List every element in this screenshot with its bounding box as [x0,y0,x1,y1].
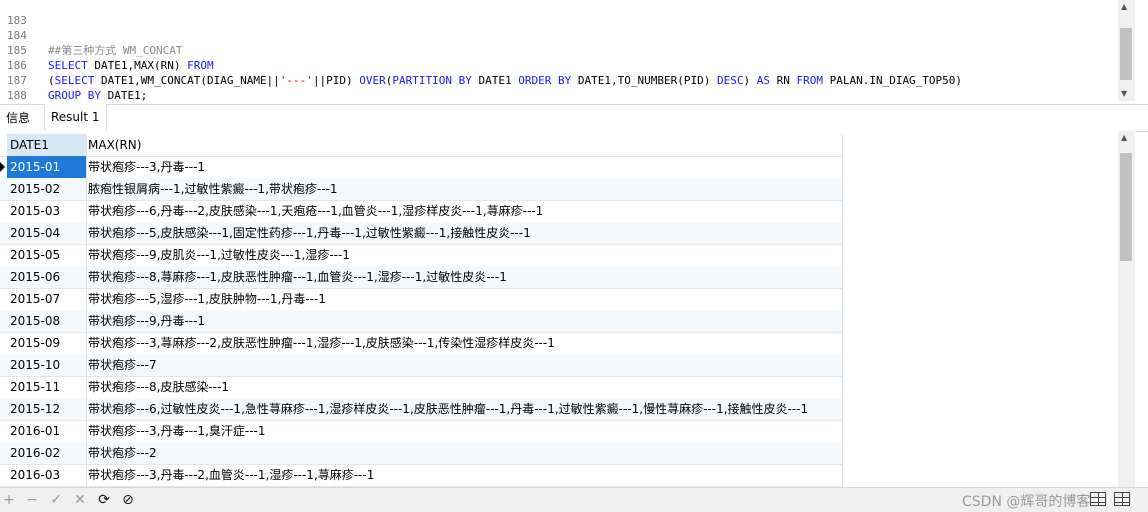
add-row-icon[interactable]: + [0,491,18,509]
grid-header-row: DATE1 MAX(RN) [0,134,843,157]
column-header-max-rn[interactable]: MAX(RN) [87,134,843,156]
cell-max-rn[interactable]: 带状疱疹---6,过敏性皮炎---1,急性荨麻疹---1,湿疹样皮炎---1,皮… [87,398,843,420]
cell-max-rn[interactable]: 带状疱疹---8,皮肤感染---1 [87,376,843,398]
cell-max-rn[interactable]: 带状疱疹---6,丹毒---2,皮肤感染---1,天疱疮---1,血管炎---1… [87,200,843,222]
cell-max-rn[interactable]: 带状疱疹---3,丹毒---1,臭汗症---1 [87,420,843,442]
table-row[interactable]: 2016-01 带状疱疹---3,丹毒---1,臭汗症---1 [0,420,843,443]
grid-scrollbar[interactable]: ▲ [1118,131,1135,487]
grid-scroll-thumb[interactable] [1120,153,1132,261]
table-row[interactable]: 2016-03 带状疱疹---3,丹毒---2,血管炎---1,湿疹---1,荨麻… [0,464,843,487]
tab-info[interactable]: 信息 [0,105,36,131]
cell-date1[interactable]: 2015-09 [7,332,87,354]
table-row[interactable]: 2015-12 带状疱疹---6,过敏性皮炎---1,急性荨麻疹---1,湿疹样皮… [0,398,843,421]
current-row-marker-icon [0,162,5,172]
form-view-icon[interactable] [1114,492,1130,506]
cell-max-rn[interactable]: 带状疱疹---3,荨麻疹---2,皮肤恶性肿瘤---1,湿疹---1,皮肤感染-… [87,332,843,354]
cell-max-rn[interactable]: 带状疱疹---5,湿疹---1,皮肤肿物---1,丹毒---1 [87,288,843,310]
cell-date1[interactable]: 2015-03 [7,200,87,222]
table-row[interactable]: 2015-04 带状疱疹---5,皮肤感染---1,固定性药疹---1,丹毒---… [0,222,843,245]
cell-date1[interactable]: 2015-12 [7,398,87,420]
table-row[interactable]: 2015-02 脓疱性银屑病---1,过敏性紫癜---1,带状疱疹---1 [0,178,843,201]
table-row[interactable]: 2015-11 带状疱疹---8,皮肤感染---1 [0,376,843,399]
grid-toolbar: + − ✓ ✕ ⟳ ⊘ CSDN @辉哥的博客 [0,487,1148,512]
code-line-185[interactable]: 185 SELECT DATE1,MAX(RN) FROM [0,28,1118,72]
table-row[interactable]: 2016-02 带状疱疹---2 [0,442,843,465]
table-row[interactable]: 2015-03 带状疱疹---6,丹毒---2,皮肤感染---1,天疱疮---1,… [0,200,843,223]
result-grid[interactable]: DATE1 MAX(RN) 2015-01 带状疱疹---3,丹毒---1 2015… [0,131,1118,487]
cell-max-rn[interactable]: 带状疱疹---3,丹毒---1 [87,156,843,178]
cell-date1[interactable]: 2015-02 [7,178,87,200]
sql-editor[interactable]: 183 184 ##第三种方式 WM_CONCAT 185 SELECT DAT… [0,0,1148,104]
cell-max-rn[interactable]: 带状疱疹---3,丹毒---2,血管炎---1,湿疹---1,荨麻疹---1 [87,464,843,486]
column-header-date1[interactable]: DATE1 [7,134,87,156]
cancel-changes-icon[interactable]: ✕ [71,491,89,509]
cell-date1[interactable]: 2015-07 [7,288,87,310]
cell-max-rn[interactable]: 脓疱性银屑病---1,过敏性紫癜---1,带状疱疹---1 [87,178,843,200]
code-line-184[interactable]: 184 ##第三种方式 WM_CONCAT [0,13,1118,57]
code-line-183[interactable]: 183 [0,0,1118,27]
code-line-189[interactable]: 189 [0,88,1118,103]
cell-max-rn[interactable]: 带状疱疹---5,皮肤感染---1,固定性药疹---1,丹毒---1,过敏性紫癜… [87,222,843,244]
grid-view-icon[interactable] [1090,492,1106,506]
cell-max-rn[interactable]: 带状疱疹---7 [87,354,843,376]
cell-max-rn[interactable]: 带状疱疹---9,丹毒---1 [87,310,843,332]
code-line-188[interactable]: 188 [0,73,1118,102]
scroll-up-arrow-icon[interactable]: ▲ [1121,133,1127,143]
table-row[interactable]: 2015-09 带状疱疹---3,荨麻疹---2,皮肤恶性肿瘤---1,湿疹---… [0,332,843,355]
table-row[interactable]: 2015-08 带状疱疹---9,丹毒---1 [0,310,843,333]
code-line-186[interactable]: 186 (SELECT DATE1,WM_CONCAT(DIAG_NAME||'… [0,43,1118,87]
refresh-icon[interactable]: ⟳ [95,491,113,509]
cell-max-rn[interactable]: 带状疱疹---9,皮肌炎---1,过敏性皮炎---1,湿疹---1 [87,244,843,266]
table-row[interactable]: 2015-06 带状疱疹---8,荨麻疹---1,皮肤恶性肿瘤---1,血管炎--… [0,266,843,289]
cell-date1[interactable]: 2015-05 [7,244,87,266]
cell-date1[interactable]: 2015-01 [7,156,87,178]
scroll-down-arrow-icon[interactable]: ▼ [1121,89,1127,99]
cell-date1[interactable]: 2016-02 [7,442,87,464]
table-row[interactable]: 2015-05 带状疱疹---9,皮肌炎---1,过敏性皮炎---1,湿疹---1 [0,244,843,267]
cell-date1[interactable]: 2015-08 [7,310,87,332]
cell-date1[interactable]: 2015-10 [7,354,87,376]
table-row[interactable]: 2015-07 带状疱疹---5,湿疹---1,皮肤肿物---1,丹毒---1 [0,288,843,311]
cell-date1[interactable]: 2015-06 [7,266,87,288]
cell-max-rn[interactable]: 带状疱疹---2 [87,442,843,464]
delete-row-icon[interactable]: − [23,491,41,509]
stop-icon[interactable]: ⊘ [119,491,137,509]
apply-changes-icon[interactable]: ✓ [47,491,65,509]
cell-max-rn[interactable]: 带状疱疹---8,荨麻疹---1,皮肤恶性肿瘤---1,血管炎---1,湿疹--… [87,266,843,288]
table-row[interactable]: 2015-01 带状疱疹---3,丹毒---1 [0,156,843,179]
cell-date1[interactable]: 2016-01 [7,420,87,442]
result-tabbar: 信息 Result 1 [0,104,1148,132]
code-line-187[interactable]: 187 GROUP BY DATE1; [0,58,1118,102]
cell-date1[interactable]: 2015-04 [7,222,87,244]
cell-date1[interactable]: 2016-03 [7,464,87,486]
tab-result-1[interactable]: Result 1 [44,104,107,132]
table-row[interactable]: 2015-10 带状疱疹---7 [0,354,843,377]
scroll-up-arrow-icon[interactable]: ▲ [1121,2,1127,12]
editor-scrollbar[interactable]: ▲ ▼ [1118,0,1135,101]
watermark-text: CSDN @辉哥的博客 [962,494,1091,510]
cell-date1[interactable]: 2015-11 [7,376,87,398]
editor-scroll-thumb[interactable] [1120,28,1132,80]
